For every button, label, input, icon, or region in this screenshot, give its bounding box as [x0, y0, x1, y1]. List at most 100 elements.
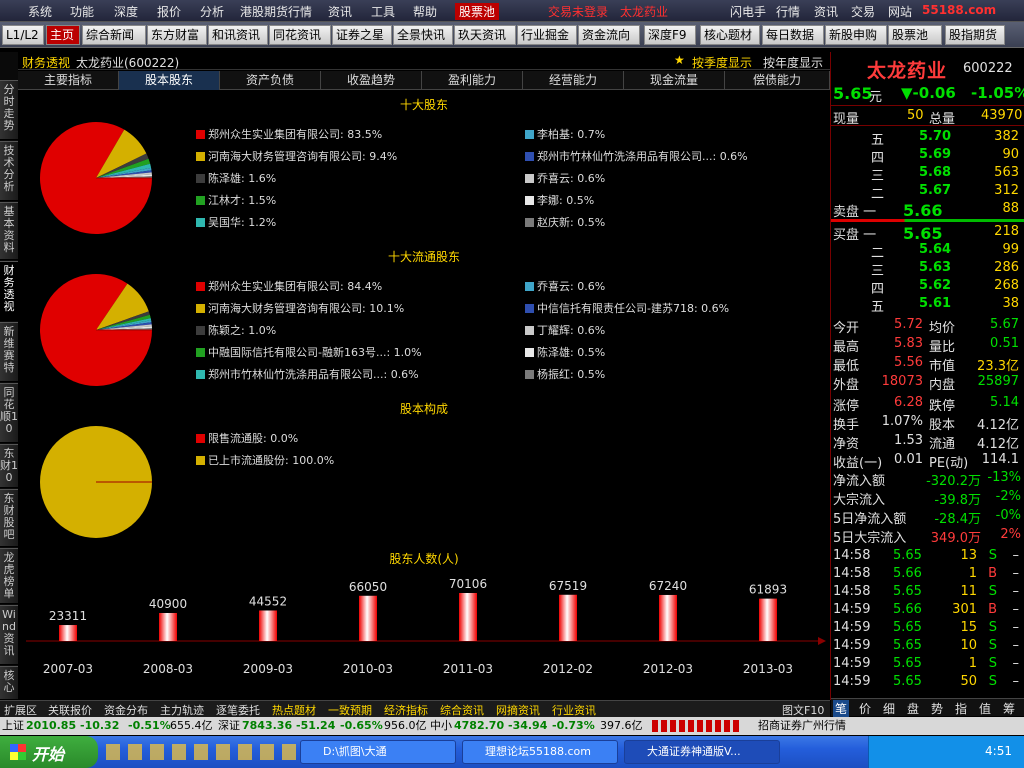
legend-label: 杨振红: 0.5% [537, 368, 606, 381]
toolbar-stockstar[interactable]: 证券之星 [332, 25, 392, 45]
menu-stock-pool[interactable]: 股票池 [455, 3, 500, 20]
flow-amount: -28.4万 [934, 512, 981, 527]
subtab-income-trend[interactable]: 收盈趋势 [321, 71, 422, 90]
vtab-dragon-tiger[interactable]: 龙虎榜单 [0, 548, 18, 604]
stat-value: 4.12亿 [977, 418, 1019, 433]
vtab-core[interactable]: 核心 [0, 666, 18, 700]
quote-tab-chips[interactable]: 筹 [1003, 700, 1015, 717]
quote-tab-trades[interactable]: 笔 [833, 700, 850, 717]
quote-row: 外盘 18073 内盘 25897 [831, 374, 1024, 393]
quote-tab-index[interactable]: 指 [955, 700, 967, 717]
task-browser[interactable]: 理想论坛55188.com [462, 740, 618, 764]
buy-level-label: 三 [871, 264, 885, 279]
toolbar-depth-f9[interactable]: 深度F9 [644, 25, 696, 45]
menu-tools[interactable]: 工具 [371, 3, 395, 20]
toolbar-industry[interactable]: 行业掘金 [517, 25, 577, 45]
toolbar-jiutian[interactable]: 玖天资讯 [454, 25, 516, 45]
menu-market[interactable]: 行情 [776, 3, 800, 20]
subtab-shareholders[interactable]: 股本股东 [119, 71, 220, 90]
btab-general-info[interactable]: 综合资讯 [440, 702, 484, 718]
quote-tab-value[interactable]: 值 [979, 700, 991, 717]
legend-item: 陈泽雄: 0.5% [525, 344, 605, 360]
vtab-df10[interactable]: 东财10 [0, 444, 18, 488]
toolbar-ths-info[interactable]: 同花资讯 [269, 25, 331, 45]
menu-website[interactable]: 网站 [888, 3, 912, 20]
btab-related[interactable]: 关联报价 [48, 702, 92, 718]
menu-system[interactable]: 系统 [28, 3, 52, 20]
btab-order-entrust[interactable]: 逐笔委托 [216, 702, 260, 718]
vtab-basic[interactable]: 基本资料 [0, 202, 18, 260]
btab-consensus[interactable]: 一致预期 [328, 702, 372, 718]
btab-f10[interactable]: 图文F10 [782, 702, 824, 718]
menu-function[interactable]: 功能 [70, 3, 94, 20]
bar-2012-03 [659, 594, 677, 641]
subtab-profitability[interactable]: 盈利能力 [422, 71, 523, 90]
sh-index: 2010.85 [26, 719, 77, 732]
legend-swatch [525, 282, 534, 291]
quote-tab-trend[interactable]: 势 [931, 700, 943, 717]
vtab-df-forum[interactable]: 东财股吧 [0, 489, 18, 547]
subtab-cashflow[interactable]: 现金流量 [624, 71, 725, 90]
toolbar-news[interactable]: 综合新闻 [82, 25, 146, 45]
subtab-solvency[interactable]: 偿债能力 [725, 71, 830, 90]
task-trading-app[interactable]: 大通证券神通版V... [624, 740, 780, 764]
subtab-balance[interactable]: 资产负债 [220, 71, 321, 90]
quicklaunch-icons[interactable] [106, 744, 296, 760]
quote-tab-detail[interactable]: 细 [883, 700, 895, 717]
quote-row: 五 5.61 38 [831, 296, 1024, 315]
toolbar-index-futures[interactable]: 股指期货 [945, 25, 1005, 45]
btab-main-track[interactable]: 主力轨迹 [160, 702, 204, 718]
toolbar-p5w[interactable]: 全景快讯 [393, 25, 453, 45]
menu-depth[interactable]: 深度 [114, 3, 138, 20]
pie-structure [40, 426, 152, 538]
btab-industry-info[interactable]: 行业资讯 [552, 702, 596, 718]
sz-amount: 956.0亿 [384, 719, 427, 732]
vtab-finance[interactable]: 财务透视 [0, 261, 18, 321]
btab-extend[interactable]: 扩展区 [4, 702, 37, 718]
btab-fund-dist[interactable]: 资金分布 [104, 702, 148, 718]
start-button[interactable]: 开始 [0, 736, 98, 768]
tick-time: 14:58 [833, 548, 871, 563]
subtab-operation[interactable]: 经营能力 [523, 71, 624, 90]
menu-analysis[interactable]: 分析 [200, 3, 224, 20]
toolbar-ipo[interactable]: 新股申购 [825, 25, 887, 45]
subtab-main-indicators[interactable]: 主要指标 [18, 71, 119, 90]
tick-flag: – [1012, 638, 1020, 653]
menu-news[interactable]: 资讯 [814, 3, 838, 20]
tick-time: 14:59 [833, 656, 871, 671]
quote-tab-book[interactable]: 盘 [907, 700, 919, 717]
menu-hk-futures[interactable]: 港股期货行情 [240, 3, 312, 20]
btab-web-digest[interactable]: 网摘资讯 [496, 702, 540, 718]
toolbar-hexun[interactable]: 和讯资讯 [208, 25, 268, 45]
menu-quote[interactable]: 报价 [157, 3, 181, 20]
vtab-intraday[interactable]: 分时走势 [0, 80, 18, 140]
tick-side: S [988, 674, 997, 689]
toolbar-home[interactable]: 主页 [46, 25, 80, 45]
menu-flash[interactable]: 闪电手 [730, 3, 766, 20]
vtab-wind[interactable]: Wind资讯 [0, 605, 18, 665]
tick-time: 14:59 [833, 674, 871, 689]
tick-side: S [988, 584, 997, 599]
btab-hot-topic[interactable]: 热点题材 [272, 702, 316, 718]
tick-time: 14:59 [833, 638, 871, 653]
quote-tab-price[interactable]: 价 [859, 700, 871, 717]
windows-taskbar: 开始 D:\抓图\大通 理想论坛55188.com 大通证券神通版V... 4:… [0, 736, 1024, 768]
by-quarter-toggle[interactable]: 按季度显示 [692, 54, 752, 71]
bar-2013-03 [759, 598, 777, 641]
vtab-xinwei[interactable]: 新维赛特 [0, 322, 18, 382]
task-explorer[interactable]: D:\抓图\大通 [300, 740, 456, 764]
toolbar-stock-pool[interactable]: 股票池 [888, 25, 942, 45]
toolbar-l1l2[interactable]: L1/L2 [2, 25, 44, 45]
tick-flag: – [1012, 602, 1020, 617]
menu-trade[interactable]: 交易 [851, 3, 875, 20]
vtab-ths10[interactable]: 同花顺10 [0, 383, 18, 443]
btab-economic[interactable]: 经济指标 [384, 702, 428, 718]
toolbar-fund-flow[interactable]: 资金流向 [578, 25, 640, 45]
vtab-technical[interactable]: 技术分析 [0, 141, 18, 201]
toolbar-core-topic[interactable]: 核心题材 [700, 25, 760, 45]
by-year-toggle[interactable]: 按年度显示 [763, 54, 823, 71]
toolbar-daily-data[interactable]: 每日数据 [762, 25, 824, 45]
menu-info[interactable]: 资讯 [328, 3, 352, 20]
toolbar-eastmoney[interactable]: 东方财富 [147, 25, 207, 45]
menu-help[interactable]: 帮助 [413, 3, 437, 20]
